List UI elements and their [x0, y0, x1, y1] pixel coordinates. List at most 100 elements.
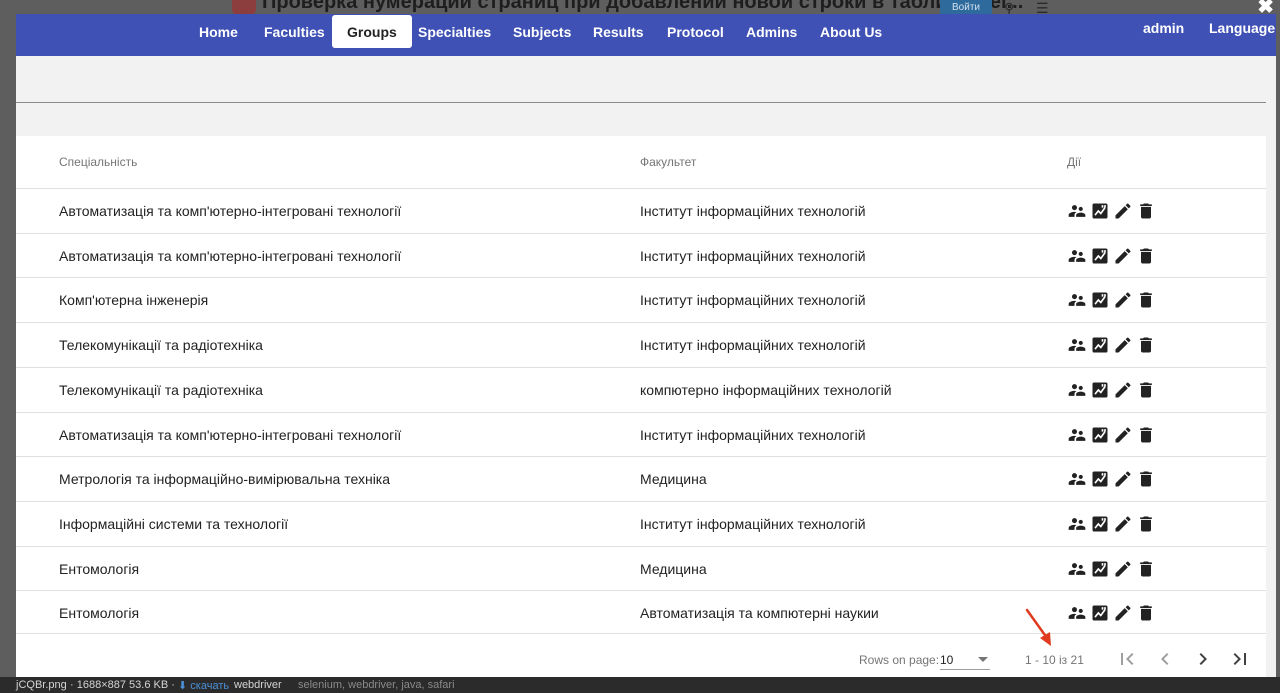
results-button[interactable]: [1090, 201, 1110, 221]
next-page-icon: [1199, 653, 1207, 665]
results-icon: [1092, 471, 1108, 487]
cell-faculty: Медицина: [640, 471, 707, 488]
results-icon: [1092, 605, 1108, 621]
delete-button[interactable]: [1136, 380, 1156, 400]
students-button[interactable]: [1067, 603, 1087, 623]
nav-results[interactable]: Results: [593, 22, 644, 48]
rows-per-page-label: Rows on page:: [859, 653, 940, 667]
edit-icon: [1115, 337, 1131, 353]
background-thumbnail: [232, 0, 256, 14]
column-header-faculty[interactable]: Факультет: [640, 155, 696, 169]
toolbar-divider: [16, 102, 1266, 103]
nav-subjects[interactable]: Subjects: [513, 22, 571, 48]
row-actions: [1067, 335, 1156, 355]
cell-specialty: Інформаційні системи та технології: [59, 515, 289, 532]
column-header-specialty[interactable]: Спеціальність: [59, 155, 137, 169]
edit-button[interactable]: [1113, 469, 1133, 489]
students-button[interactable]: [1067, 246, 1087, 266]
results-button[interactable]: [1090, 246, 1110, 266]
nav-groups[interactable]: Groups: [332, 15, 412, 48]
edit-button[interactable]: [1113, 335, 1133, 355]
cell-specialty: Комп'ютерна інженерія: [59, 292, 209, 309]
results-icon: [1092, 337, 1108, 353]
students-icon: [1068, 607, 1086, 620]
students-button[interactable]: [1067, 335, 1087, 355]
delete-button[interactable]: [1136, 425, 1156, 445]
students-icon: [1068, 562, 1086, 575]
tag-webdriver[interactable]: webdriver: [234, 679, 282, 691]
students-button[interactable]: [1067, 559, 1087, 579]
page-range-label: 1 - 10 із 21: [1025, 653, 1084, 667]
nav-about-us[interactable]: About Us: [820, 22, 882, 48]
table-row: Ентомологія Автоматизація та компютерні н…: [16, 590, 1266, 635]
next-page-button[interactable]: [1191, 647, 1215, 671]
delete-button[interactable]: [1136, 514, 1156, 534]
delete-button[interactable]: [1136, 469, 1156, 489]
edit-icon: [1115, 292, 1131, 308]
edit-button[interactable]: [1113, 514, 1133, 534]
row-actions: [1067, 514, 1156, 534]
last-page-button[interactable]: [1228, 647, 1252, 671]
nav-home[interactable]: Home: [199, 22, 238, 48]
nav-language[interactable]: Language: [1209, 20, 1275, 36]
cell-specialty: Автоматизація та комп'ютерно-інтегровані…: [59, 426, 402, 443]
results-button[interactable]: [1090, 559, 1110, 579]
students-button[interactable]: [1067, 425, 1087, 445]
delete-button[interactable]: [1136, 335, 1156, 355]
students-button[interactable]: [1067, 380, 1087, 400]
cell-faculty: Інститут інформаційних технологій: [640, 247, 866, 264]
edit-button[interactable]: [1113, 380, 1133, 400]
edit-button[interactable]: [1113, 201, 1133, 221]
students-button[interactable]: [1067, 201, 1087, 221]
students-button[interactable]: [1067, 469, 1087, 489]
nav-protocol[interactable]: Protocol: [667, 22, 724, 48]
delete-button[interactable]: [1136, 603, 1156, 623]
results-button[interactable]: [1090, 514, 1110, 534]
students-button[interactable]: [1067, 290, 1087, 310]
background-question-title: Проверка нумерации страниц при добавлени…: [262, 0, 1024, 13]
results-button[interactable]: [1090, 380, 1110, 400]
students-icon: [1068, 339, 1086, 351]
edit-button[interactable]: [1113, 603, 1133, 623]
cell-faculty: Інститут інформаційних технологій: [640, 515, 866, 532]
results-button[interactable]: [1090, 603, 1110, 623]
results-button[interactable]: [1090, 469, 1110, 489]
delete-button[interactable]: [1136, 201, 1156, 221]
previous-page-icon: [1161, 653, 1169, 665]
last-page-icon: [1233, 653, 1246, 665]
cell-faculty: Інститут інформаційних технологій: [640, 337, 866, 354]
cell-specialty: Метрологія та інформаційно-вимірювальна …: [59, 471, 391, 488]
table-row: Метрологія та інформаційно-вимірювальна …: [16, 456, 1266, 501]
results-button[interactable]: [1090, 425, 1110, 445]
scrollbar-track[interactable]: [1266, 56, 1276, 677]
rows-per-page-select[interactable]: 10: [940, 648, 990, 670]
edit-button[interactable]: [1113, 246, 1133, 266]
cell-specialty: Ентомологія: [59, 605, 140, 622]
delete-button[interactable]: [1136, 246, 1156, 266]
row-actions: [1067, 425, 1156, 445]
download-link[interactable]: ⬇ скачать: [178, 679, 229, 692]
row-actions: [1067, 469, 1156, 489]
cell-faculty: Інститут інформаційних технологій: [640, 426, 866, 443]
nav-user-admin[interactable]: admin: [1143, 20, 1184, 36]
row-actions: [1067, 603, 1156, 623]
results-button[interactable]: [1090, 290, 1110, 310]
results-icon: [1092, 382, 1108, 398]
nav-specialties[interactable]: Specialties: [418, 22, 491, 48]
results-button[interactable]: [1090, 335, 1110, 355]
delete-button[interactable]: [1136, 290, 1156, 310]
image-info: · 1688×887 53.6 KB ·: [70, 679, 175, 691]
nav-admins[interactable]: Admins: [746, 22, 797, 48]
delete-icon: [1140, 605, 1152, 621]
nav-faculties[interactable]: Faculties: [264, 22, 325, 48]
row-actions: [1067, 290, 1156, 310]
table-row: Інформаційні системи та технології Інстит…: [16, 500, 1266, 546]
edit-button[interactable]: [1113, 559, 1133, 579]
edit-button[interactable]: [1113, 290, 1133, 310]
previous-page-button[interactable]: [1153, 647, 1177, 671]
first-page-button[interactable]: [1115, 647, 1139, 671]
students-button[interactable]: [1067, 514, 1087, 534]
edit-button[interactable]: [1113, 425, 1133, 445]
table-row: Телекомунікації та радіотехніка компютерн…: [16, 366, 1266, 412]
delete-button[interactable]: [1136, 559, 1156, 579]
